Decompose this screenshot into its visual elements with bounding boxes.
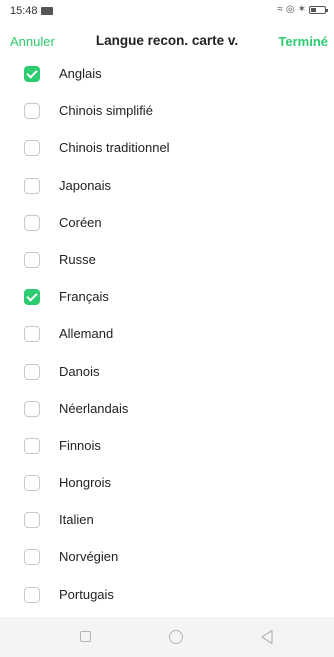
language-label: Norvégien: [59, 549, 119, 565]
language-option[interactable]: Japonais: [0, 167, 334, 204]
recents-icon[interactable]: [80, 631, 91, 642]
language-option[interactable]: Français: [0, 278, 334, 315]
bluetooth-icon: ✶: [297, 4, 306, 15]
checkbox-unchecked[interactable]: [24, 400, 40, 417]
done-button[interactable]: Terminé: [278, 34, 328, 49]
checkbox-unchecked[interactable]: [24, 512, 40, 529]
language-label: Hongrois: [59, 475, 112, 491]
checkbox-unchecked[interactable]: [24, 549, 40, 566]
checkbox-unchecked[interactable]: [24, 586, 40, 603]
language-option[interactable]: Néerlandais: [0, 390, 334, 427]
status-bar: 15:48 ≈ ◎ ✶: [0, 0, 334, 22]
vibrate-icon: ≈: [277, 4, 283, 15]
checkbox-unchecked[interactable]: [24, 103, 40, 120]
language-label: Russe: [59, 251, 96, 267]
checkbox-unchecked[interactable]: [24, 214, 40, 231]
language-list: Anglais Chinois simplifié Chinois traditio…: [0, 55, 334, 615]
checkbox-checked[interactable]: [24, 289, 40, 306]
home-icon[interactable]: [169, 630, 183, 644]
language-label: Finnois: [59, 437, 101, 453]
language-option[interactable]: Finnois: [0, 427, 334, 464]
checkbox-unchecked[interactable]: [24, 475, 40, 492]
language-option[interactable]: Hongrois: [0, 464, 334, 501]
back-icon[interactable]: [260, 629, 274, 645]
checkbox-unchecked[interactable]: [24, 326, 40, 343]
language-label: Danois: [59, 363, 100, 379]
language-option[interactable]: Coréen: [0, 204, 334, 241]
language-option[interactable]: Chinois simplifié: [0, 92, 334, 129]
language-option[interactable]: Italien: [0, 501, 334, 538]
checkbox-unchecked[interactable]: [24, 437, 40, 454]
message-icon: [41, 7, 53, 15]
checkbox-unchecked[interactable]: [24, 177, 40, 194]
checkbox-unchecked[interactable]: [24, 140, 40, 157]
language-label: Chinois traditionnel: [59, 140, 170, 156]
language-label: Allemand: [59, 326, 114, 342]
language-label: Anglais: [59, 66, 102, 81]
language-label: Néerlandais: [59, 400, 129, 416]
battery-icon: [309, 6, 328, 14]
language-option[interactable]: Russe: [0, 241, 334, 278]
navigation-bar: [0, 617, 334, 657]
language-label: Japonais: [59, 177, 112, 193]
language-option[interactable]: Allemand: [0, 315, 334, 352]
language-option[interactable]: Anglais: [0, 55, 334, 92]
language-label: Chinois simplifié: [59, 103, 153, 119]
checkbox-unchecked[interactable]: [24, 363, 40, 380]
language-label: Coréen: [59, 214, 102, 230]
status-icons: ≈ ◎ ✶: [277, 4, 328, 16]
language-option[interactable]: Norvégien: [0, 538, 334, 575]
status-time: 15:48: [10, 5, 38, 17]
checkbox-unchecked[interactable]: [24, 251, 40, 268]
language-label: Portugais: [59, 586, 114, 602]
language-label: Français: [59, 289, 109, 305]
checkbox-checked[interactable]: [24, 66, 40, 82]
language-option[interactable]: Danois: [0, 353, 334, 390]
language-option[interactable]: Chinois traditionnel: [0, 129, 334, 166]
language-option[interactable]: Portugais: [0, 576, 334, 613]
data-icon: ◎: [285, 4, 295, 15]
language-label: Italien: [59, 512, 94, 528]
